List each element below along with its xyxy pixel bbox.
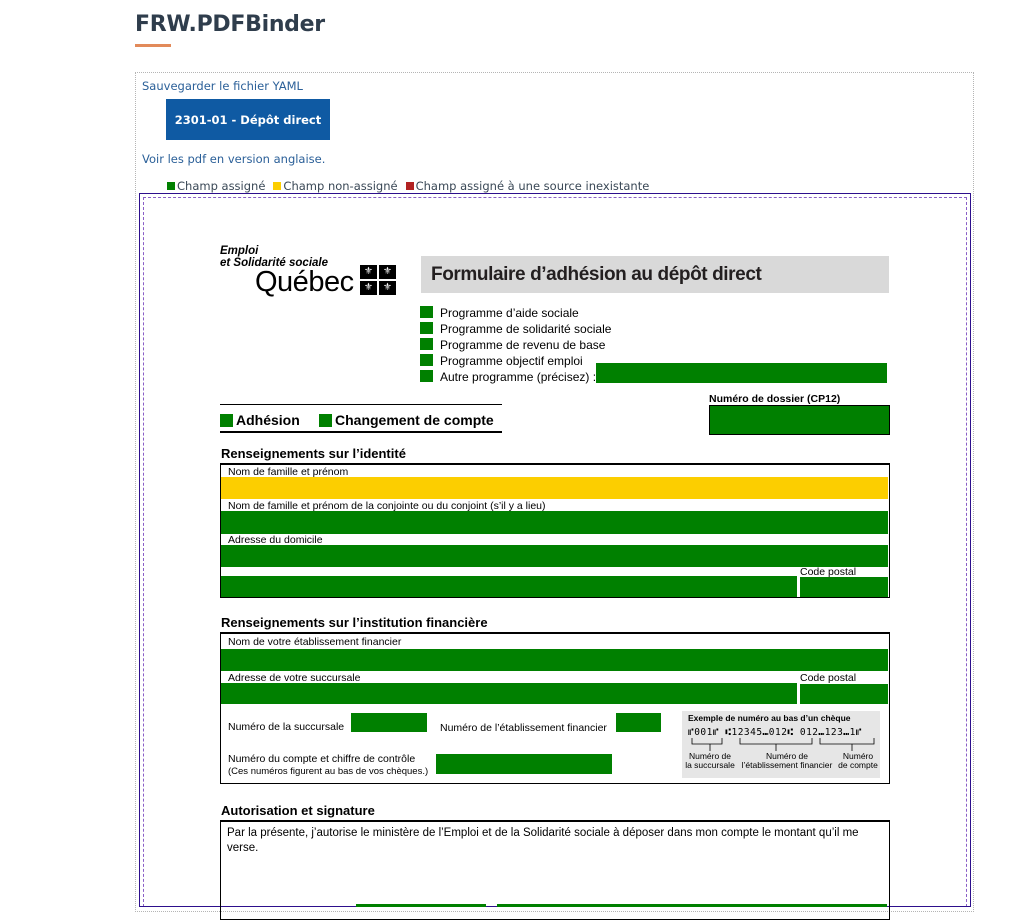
- other-program-field[interactable]: [596, 363, 887, 383]
- program-label: Programme de solidarité sociale: [440, 322, 612, 336]
- caption-line: la succursale: [685, 760, 735, 770]
- change-account-label: Changement de compte: [335, 412, 494, 428]
- program-label: Autre programme (précisez) :: [440, 370, 597, 384]
- legend-swatch-red: [405, 182, 414, 190]
- account-note: (Ces numéros figurent au bas de vos chèq…: [228, 766, 429, 777]
- name-field[interactable]: [221, 477, 888, 499]
- fleur-de-lis-icon: ⚜: [360, 265, 377, 279]
- authorization-heading: Autorisation et signature: [221, 803, 375, 818]
- institution-number-label: Numéro de l’établissement financier: [440, 722, 607, 734]
- branch-number-field[interactable]: [351, 713, 427, 732]
- fleur-de-lis-icon: ⚜: [379, 281, 396, 295]
- legend-swatch-yellow: [273, 182, 282, 190]
- spouse-field[interactable]: [221, 511, 888, 534]
- cheque-example-title: Exemple de numéro au bas d’un chèque: [688, 713, 851, 723]
- legend-item-assigned: Champ assigné: [167, 179, 265, 193]
- address-field-line2[interactable]: [221, 576, 797, 597]
- identity-heading: Renseignements sur l’identité: [221, 446, 406, 461]
- institution-field[interactable]: [221, 649, 888, 671]
- program-checkbox-objectif-emploi[interactable]: [420, 354, 433, 366]
- caption-line: l’établissement financier: [741, 760, 833, 770]
- cheque-caption-institution: Numéro de l’établissement financier: [739, 752, 835, 770]
- address-field-line1[interactable]: [221, 545, 888, 567]
- divider: [220, 404, 502, 405]
- account-number-field[interactable]: [436, 754, 612, 774]
- program-checkbox-aide[interactable]: [420, 306, 433, 318]
- cheque-caption-branch: Numéro de la succursale: [685, 752, 735, 770]
- adhesion-checkbox[interactable]: [220, 414, 233, 427]
- authorization-text: Par la présente, j’autorise le ministère…: [227, 827, 859, 854]
- branch-address-field[interactable]: [221, 683, 797, 704]
- view-english-link[interactable]: Voir les pdf en version anglaise.: [142, 152, 325, 166]
- legend-swatch-green: [167, 182, 175, 190]
- file-number-box: [709, 405, 890, 435]
- program-checkbox-autre[interactable]: [420, 370, 433, 382]
- title-underline: [135, 44, 171, 47]
- program-label: Programme de revenu de base: [440, 338, 606, 352]
- quebec-wordmark: Québec: [255, 266, 354, 298]
- branch-number-label: Numéro de la succursale: [228, 721, 345, 733]
- form-title: Formulaire d’adhésion au dépôt direct: [421, 256, 889, 293]
- institution-number-field[interactable]: [616, 713, 661, 732]
- legend-item-missing-source: Champ assigné à une source inexistante: [405, 179, 650, 193]
- institution-label: Nom de votre établissement financier: [228, 636, 402, 648]
- account-label: Numéro du compte et chiffre de contrôle: [228, 753, 416, 765]
- change-account-checkbox[interactable]: [319, 414, 332, 427]
- cheque-caption-account: Numéro de compte: [836, 752, 880, 770]
- file-number-label: Numéro de dossier (CP12): [709, 393, 841, 405]
- program-checkbox-revenu-base[interactable]: [420, 338, 433, 350]
- document-button[interactable]: 2301-01 - Dépôt direct: [166, 99, 330, 140]
- org-name-line1: Emploi: [220, 245, 259, 257]
- quebec-flag-icon: ⚜ ⚜ ⚜ ⚜: [360, 265, 396, 295]
- legend-label: Champ assigné: [177, 179, 266, 193]
- field-legend: Champ assigné Champ non-assigné Champ as…: [167, 179, 649, 193]
- legend-label: Champ assigné à une source inexistante: [415, 179, 650, 193]
- program-label: Programme objectif emploi: [440, 354, 583, 368]
- fleur-de-lis-icon: ⚜: [360, 281, 377, 295]
- postal-code-field[interactable]: [800, 577, 888, 597]
- app-title: FRW.PDFBinder: [135, 12, 325, 37]
- file-number-field[interactable]: [710, 406, 889, 434]
- bank-postal-label: Code postal: [800, 672, 857, 684]
- adhesion-label: Adhésion: [236, 412, 300, 428]
- bank-postal-field[interactable]: [800, 684, 888, 704]
- program-checkbox-solidarite[interactable]: [420, 322, 433, 334]
- divider: [220, 431, 502, 433]
- program-label: Programme d’aide sociale: [440, 306, 579, 320]
- save-yaml-link[interactable]: Sauvegarder le fichier YAML: [142, 79, 303, 93]
- legend-label: Champ non-assigné: [283, 179, 398, 193]
- fleur-de-lis-icon: ⚜: [379, 265, 396, 279]
- caption-line: de compte: [838, 760, 878, 770]
- legend-item-unassigned: Champ non-assigné: [273, 179, 398, 193]
- bank-heading: Renseignements sur l’institution financi…: [221, 615, 488, 630]
